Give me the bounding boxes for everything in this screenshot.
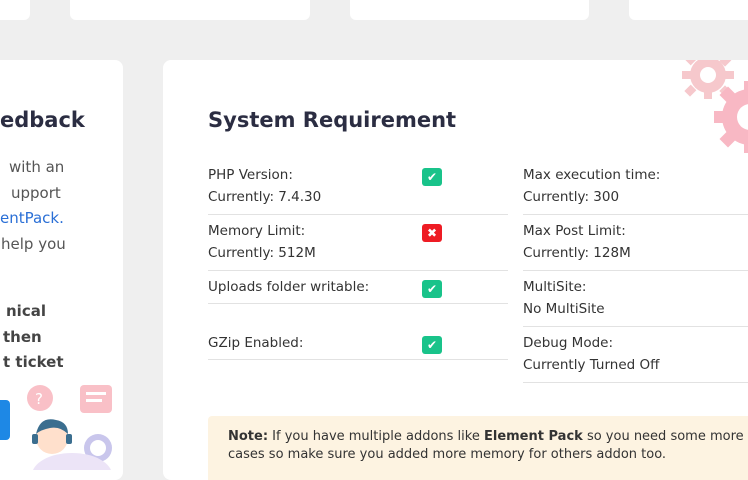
requirement-label: Uploads folder writable:	[208, 279, 370, 295]
requirement-label: Max Post Limit:	[523, 223, 626, 239]
requirement-label: Memory Limit:	[208, 223, 306, 239]
requirement-max-execution-time: Max execution time: Currently: 300 ✔	[523, 159, 748, 215]
requirement-value: Currently: 7.4.30	[208, 189, 322, 205]
requirement-gzip-enabled: GZip Enabled: ✔	[208, 327, 508, 360]
top-card	[629, 0, 748, 20]
memory-note: Note: If you have multiple addons like E…	[208, 416, 748, 480]
requirement-debug-mode: Debug Mode: Currently Turned Off ✔	[523, 327, 748, 383]
row-divider	[208, 303, 508, 304]
requirement-uploads-writable: Uploads folder writable: ✔	[208, 271, 508, 304]
requirement-label: MultiSite:	[523, 279, 587, 295]
requirement-value: Currently: 300	[523, 189, 620, 205]
requirement-label: Debug Mode:	[523, 335, 614, 351]
check-icon: ✔	[422, 168, 442, 186]
top-card	[350, 0, 589, 20]
requirement-label: GZip Enabled:	[208, 335, 304, 351]
requirement-memory-limit: Memory Limit: Currently: 512M ✖	[208, 215, 508, 271]
requirement-max-post-limit: Max Post Limit: Currently: 128M ✔	[523, 215, 748, 271]
requirement-value: Currently: 512M	[208, 245, 316, 261]
top-card	[0, 0, 30, 20]
requirement-value: Currently: 128M	[523, 245, 631, 261]
row-divider	[208, 359, 508, 360]
check-icon: ✔	[422, 280, 442, 298]
support-text-line: nical	[6, 302, 46, 320]
support-text-line: then	[3, 328, 42, 346]
system-requirement-card: System Requirement PHP Version: Currentl…	[163, 60, 748, 480]
feedback-card: edback with an upport entPack. help you …	[0, 60, 123, 480]
requirement-value: Currently Turned Off	[523, 357, 660, 373]
svg-text:?: ?	[35, 390, 43, 408]
note-line-2: cases so make sure you added more memory…	[228, 447, 667, 462]
requirement-multisite: MultiSite: No MultiSite ✔	[523, 271, 748, 327]
note-line-1: Note: If you have multiple addons like E…	[228, 429, 748, 444]
feedback-text-line: upport	[11, 184, 61, 202]
requirement-label: Max execution time:	[523, 167, 661, 183]
support-agent-illustration: ?	[27, 385, 112, 470]
feedback-title: edback	[0, 108, 85, 132]
note-brand: Element Pack	[483, 429, 583, 444]
element-pack-link[interactable]: entPack.	[0, 209, 64, 227]
top-card	[70, 0, 310, 20]
requirement-value: No MultiSite	[523, 301, 605, 317]
feedback-text-line: help you	[1, 235, 66, 253]
feedback-text-line: with an	[9, 158, 65, 176]
cross-icon: ✖	[422, 224, 442, 242]
note-label: Note:	[228, 429, 269, 444]
system-requirement-title: System Requirement	[208, 108, 457, 132]
support-text-line: t ticket	[3, 353, 64, 371]
requirement-label: PHP Version:	[208, 167, 293, 183]
row-divider	[523, 382, 748, 383]
note-text: If you have multiple addons like	[268, 429, 484, 444]
create-ticket-button[interactable]	[0, 400, 10, 440]
requirement-php-version: PHP Version: Currently: 7.4.30 ✔	[208, 159, 508, 215]
gear-icon	[682, 60, 748, 153]
check-icon: ✔	[422, 336, 442, 354]
note-text: so you need some more requirement	[586, 429, 748, 444]
